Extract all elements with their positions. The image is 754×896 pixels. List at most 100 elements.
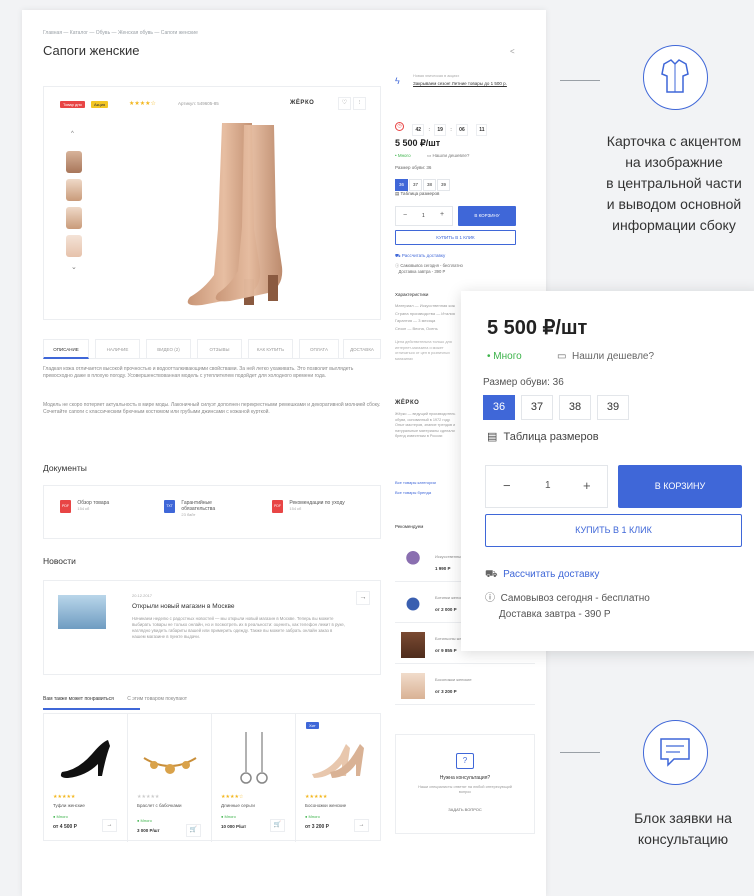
buy-one-click-button[interactable]: КУПИТЬ В 1 КЛИК [395,230,516,245]
document-item[interactable]: PDF Обзор товара 154 кб [60,500,109,513]
countdown-timer: ◷ 42 : 19 : 06 11 [395,118,488,136]
size-option[interactable]: 38 [423,179,436,191]
tab-delivery[interactable]: ДОСТАВКА [343,339,381,359]
size-table-link[interactable]: ▤ Таблица размеров [487,430,599,443]
cheaper-link[interactable]: ▭ Нашли дешевле? [557,351,654,362]
tab-availability[interactable]: НАЛИЧИЕ [95,339,140,359]
arrow-right-icon[interactable]: → [102,819,117,832]
product-image [187,123,283,306]
size-option[interactable]: 36 [483,395,515,420]
tab-how-to-buy[interactable]: КАК КУПИТЬ [248,339,293,359]
news-headline[interactable]: Открыли новый магазин в Москве [132,603,234,610]
product-name[interactable]: Длинные серьги [221,803,255,809]
quantity-stepper[interactable]: − 1 + [485,465,608,508]
minus-icon[interactable]: − [503,478,511,493]
delivery-tomorrow-label: Доставка завтра - 390 Р [398,269,446,274]
tab-description[interactable]: ОПИСАНИЕ [43,339,89,359]
quantity-value[interactable]: 1 [422,213,425,219]
document-item[interactable]: PDF Рекомендации по уходу 154 кб [272,500,345,513]
char-row: Страна производства — Италия [395,310,455,316]
ask-question-button[interactable]: ЗАДАТЬ ВОПРОС [435,807,495,812]
rating-stars: ★★★★★ [53,794,76,800]
document-item[interactable]: TXT Гарантийные обязательства 23 байт [164,500,229,518]
badge-promo: Акция [91,101,109,108]
favorite-icon[interactable]: ♡ [338,97,351,110]
news-date: 20.12.2017 [132,593,153,598]
news-card[interactable]: 20.12.2017 Открыли новый магазин в Москв… [43,580,381,675]
tab-payment[interactable]: ОПЛАТА [299,339,339,359]
cart-icon[interactable]: 🛒 [186,824,201,837]
arrow-right-icon[interactable]: → [356,591,370,605]
product-name[interactable]: Браслет с бабочками [137,803,197,809]
cart-icon[interactable]: 🛒 [270,819,285,832]
callout-consult-text: Блок заявки на консультацию [612,808,754,850]
arrow-right-icon[interactable]: → [354,819,369,832]
chevron-down-icon[interactable]: ⌄ [71,263,77,271]
thumbnail-list [66,151,86,263]
product-card[interactable]: Хит ★★★★★ Босоножки женские ● Много от 3… [296,714,380,842]
quantity-stepper[interactable]: − 1 + [395,206,453,226]
size-option[interactable]: 36 [395,179,408,191]
delivery-calc-link[interactable]: ⛟ Рассчитать доставку [395,253,445,260]
thumbnail[interactable] [66,151,82,173]
cheaper-link[interactable]: ▭ Нашли дешевле? [427,153,469,159]
product-card[interactable]: ★★★★★ Туфли женские ● Много от 4 500 Р → [44,714,128,842]
size-option[interactable]: 37 [521,395,553,420]
characteristics-note: Цена действительна только для интернет-м… [395,340,452,361]
rec-name[interactable]: Босоножки женские [435,677,472,682]
clock-icon: ◷ [395,122,404,132]
txt-file-icon: TXT [164,500,175,513]
minus-icon[interactable]: − [403,212,407,219]
compare-icon[interactable]: ⫶ [353,97,366,110]
chevron-up-icon[interactable]: ^ [71,131,74,137]
delivery-calc-link[interactable]: ⛟ Рассчитать доставку [485,569,599,582]
breadcrumb[interactable]: Главная — Каталог — Обувь — Женская обув… [43,30,198,36]
thumbnail[interactable] [66,235,82,257]
size-table-label: Таблица размеров [400,191,440,196]
quantity-value[interactable]: 1 [545,480,551,491]
thumbnail[interactable] [66,207,82,229]
plus-icon[interactable]: + [583,478,591,493]
availability: ● Много [137,818,152,823]
documents-list: PDF Обзор товара 154 кб TXT Гарантийные о… [43,485,381,539]
promo-text[interactable]: Закрываем сезон! Летние товары до 1 500 … [413,81,531,87]
product-card[interactable]: ★★★★★ Браслет с бабочками ● Много 3 000 … [128,714,212,842]
brand-link-category[interactable]: Все товары категории [395,480,436,485]
size-table-link[interactable]: ▤ Таблица размеров [395,191,439,197]
rec-price: от 9 855 Р [435,648,457,653]
plus-icon[interactable]: + [440,211,444,218]
callout-circle [643,45,708,110]
size-option[interactable]: 37 [409,179,422,191]
size-option[interactable]: 38 [559,395,591,420]
share-icon[interactable]: < [510,47,515,56]
callout-card-text: Карточка с акцентом на изображние в цент… [594,131,754,236]
availability: ● Много [305,814,320,819]
product-card[interactable]: ★★★★☆ Длинные серьги ● Много 10 000 Р/шт… [212,714,296,842]
brand-link-brand[interactable]: Все товары бренда [395,490,431,495]
chat-icon [660,738,690,767]
add-to-cart-button[interactable]: В КОРЗИНУ [458,206,516,226]
news-title: Новости [43,556,76,566]
product-name[interactable]: Туфли женские [53,803,85,809]
availability: ● Много [53,814,68,819]
product-price: 5 500 ₽/шт [487,317,588,339]
tab-recommended[interactable]: Вам также может понравиться [43,696,114,702]
tab-video[interactable]: ВИДЕО (2) [146,339,191,359]
size-table-label: Таблица размеров [503,431,599,443]
product-name[interactable]: Босоножки женские [305,803,346,809]
recommended-item[interactable]: Босоножки женские от 3 200 Р [395,667,535,705]
consultation-block: ? Нужна консультация? Наши специалисты о… [395,734,535,834]
product-image [401,550,425,576]
delivery-calc-label: Рассчитать доставку [503,569,600,580]
thumbnail[interactable] [66,179,82,201]
tab-bought-together[interactable]: С этим товаром покупают [127,696,187,702]
add-to-cart-button[interactable]: В КОРЗИНУ [618,465,742,508]
product-grid: ★★★★★ Туфли женские ● Много от 4 500 Р →… [43,713,381,842]
description-paragraph: Гладкая кожа отличается высокой прочност… [43,366,354,379]
tab-reviews[interactable]: ОТЗЫВЫ [197,339,242,359]
size-option[interactable]: 39 [437,179,450,191]
article-number: Артикул: 549605-85 [178,101,219,106]
pickup-info: ⓘ Самовывоз сегодня - бесплатно Доставка… [395,263,463,274]
size-option[interactable]: 39 [597,395,629,420]
buy-one-click-button[interactable]: КУПИТЬ В 1 КЛИК [485,514,742,547]
